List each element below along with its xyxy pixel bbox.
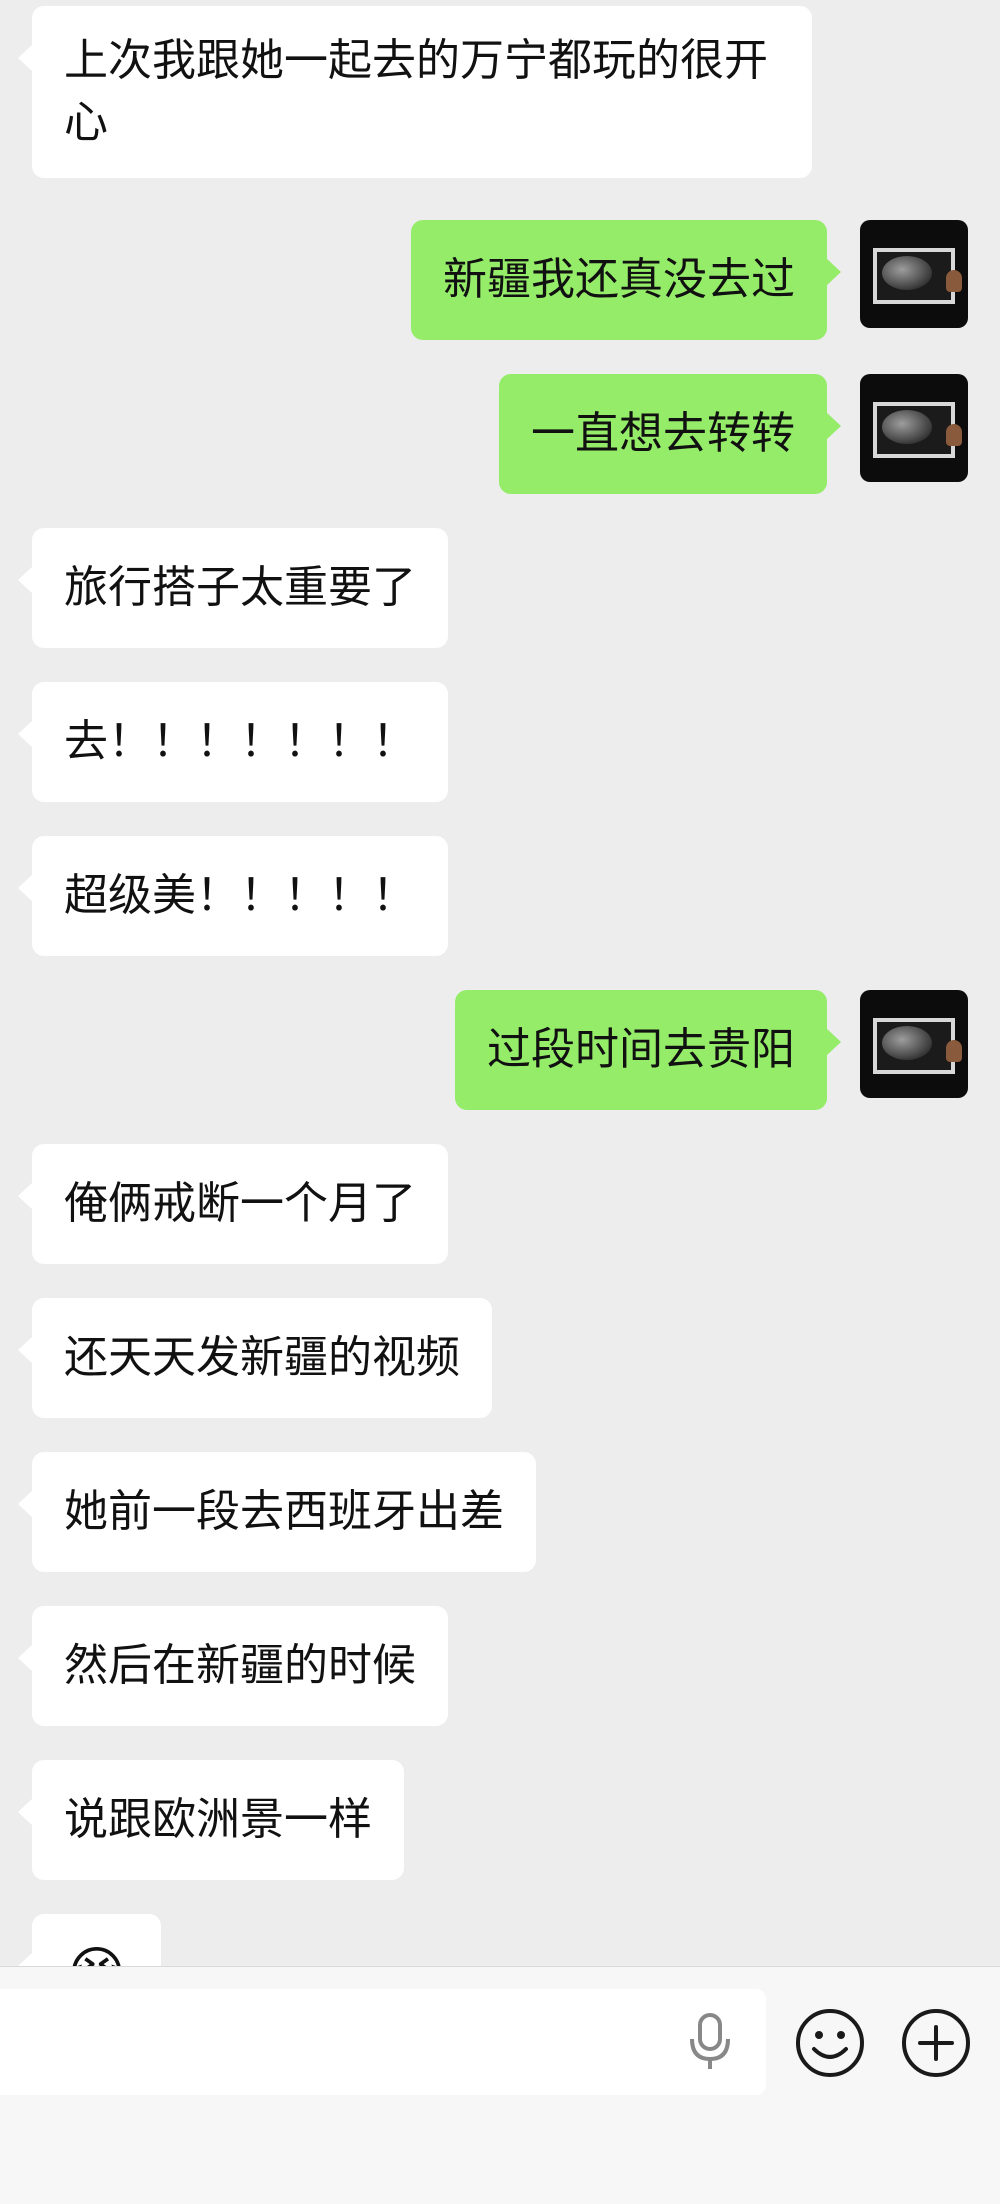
message-input[interactable] [0, 1989, 766, 2095]
message-text: 她前一段去西班牙出差 [64, 1486, 504, 1537]
message-text: 说跟欧洲景一样 [64, 1794, 372, 1845]
message-text: 然后在新疆的时候 [64, 1640, 416, 1691]
incoming-message-bubble[interactable]: 说跟欧洲景一样 [18, 1760, 404, 1880]
plus-icon[interactable] [898, 2005, 974, 2081]
incoming-message-bubble[interactable]: 还天天发新疆的视频 [18, 1298, 492, 1418]
message-text: 新疆我还真没去过 [443, 254, 795, 305]
message-text: 上次我跟她一起去的万宁都玩的很开心 [64, 35, 768, 148]
message-text: 超级美！！！！！ [64, 870, 416, 921]
emoji-icon[interactable] [792, 2005, 868, 2081]
message-text: 过段时间去贵阳 [487, 1024, 795, 1075]
message-text: 俺俩戒断一个月了 [64, 1178, 416, 1229]
crying-emoji: 😭 [64, 1944, 129, 1967]
avatar[interactable] [860, 374, 968, 482]
message-text: 一直想去转转 [531, 408, 795, 459]
incoming-message-bubble[interactable]: 去！！！！！！！ [18, 682, 448, 802]
incoming-message-bubble[interactable]: 😭 [17, 1914, 162, 1967]
message-text: 还天天发新疆的视频 [64, 1332, 460, 1383]
chat-message-list[interactable]: 上次我跟她一起去的万宁都玩的很开心 新疆我还真没去过 一直想去转转 旅行搭子太重… [0, 0, 1000, 1966]
outgoing-message-bubble[interactable]: 新疆我还真没去过 [411, 220, 841, 340]
outgoing-message-bubble[interactable]: 过段时间去贵阳 [455, 990, 841, 1110]
incoming-message-bubble[interactable]: 然后在新疆的时候 [18, 1606, 448, 1726]
outgoing-message-bubble[interactable]: 一直想去转转 [499, 374, 841, 494]
microphone-icon[interactable] [680, 2007, 740, 2077]
message-text: 旅行搭子太重要了 [64, 562, 416, 613]
message-text: 去！！！！！！！ [64, 716, 416, 767]
incoming-message-bubble[interactable]: 俺俩戒断一个月了 [18, 1144, 448, 1264]
input-bar [0, 1966, 1000, 2204]
avatar[interactable] [860, 990, 968, 1098]
incoming-message-bubble[interactable]: 她前一段去西班牙出差 [18, 1452, 536, 1572]
incoming-message-bubble[interactable]: 旅行搭子太重要了 [18, 528, 448, 648]
incoming-message-bubble[interactable]: 上次我跟她一起去的万宁都玩的很开心 [18, 6, 812, 178]
incoming-message-bubble[interactable]: 超级美！！！！！ [18, 836, 448, 956]
avatar[interactable] [860, 220, 968, 328]
